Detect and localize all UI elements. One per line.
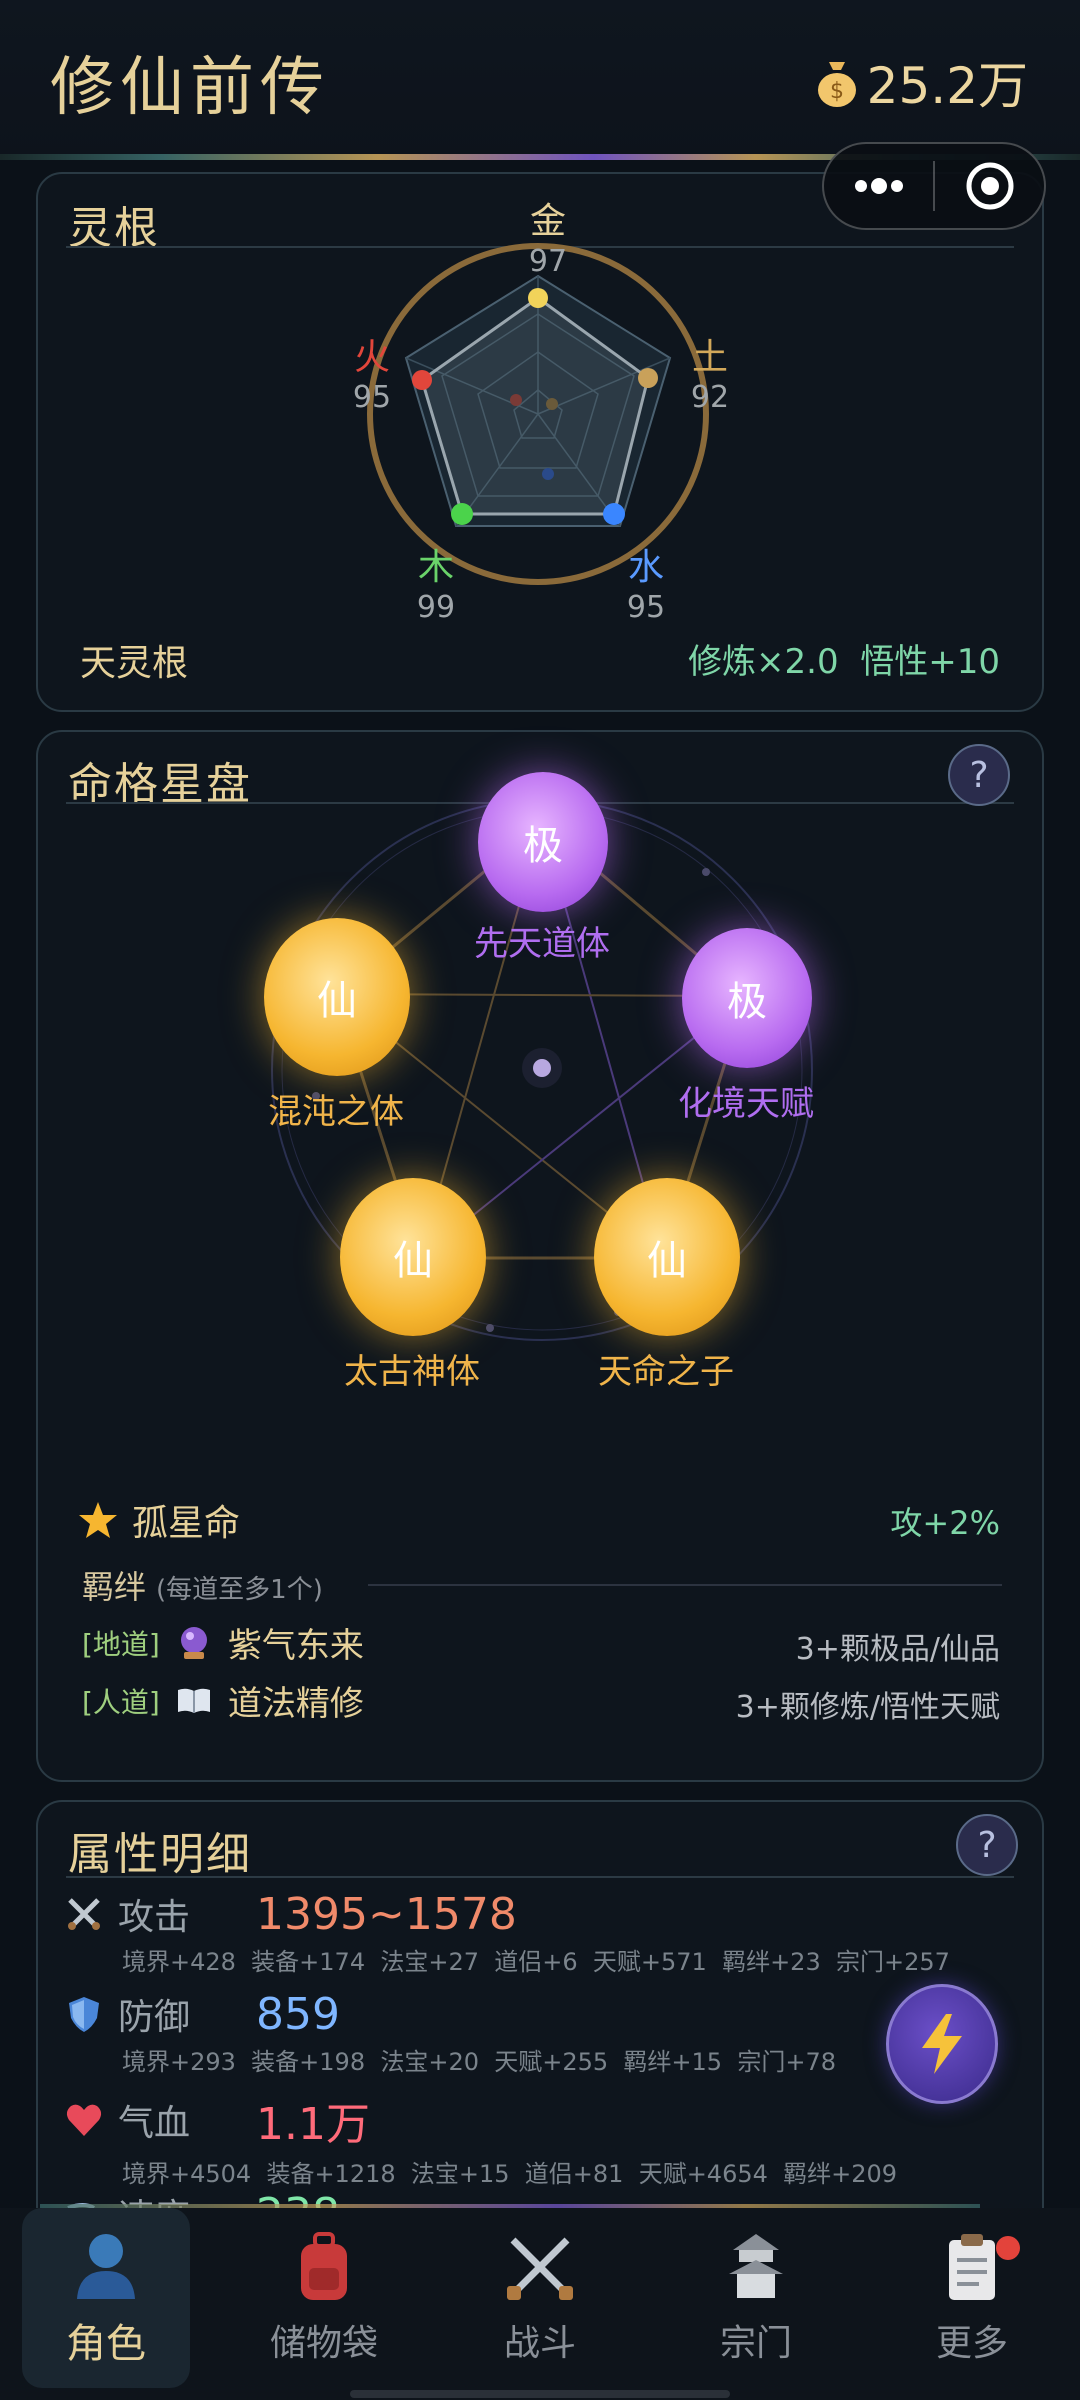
element-water-name: 水	[627, 547, 664, 588]
attribute-help-button[interactable]: ?	[956, 1814, 1018, 1876]
app-title: 修仙前传	[50, 51, 330, 125]
stat-name: 防御	[118, 1997, 191, 2038]
attribute-panel: 属性明细 ? 攻击 1395~1578 境界+428 装备+174 法宝+27 …	[36, 1800, 1044, 2220]
stat-breakdown: 境界+293 装备+198 法宝+20 天赋+255 羁绊+15 宗门+78	[122, 2048, 836, 2076]
stat-value: 1.1万	[256, 2099, 370, 2150]
bond-name: 道法精修	[227, 1684, 364, 1724]
nav-label: 角色	[66, 2321, 146, 2367]
home-indicator	[350, 2390, 730, 2398]
fate-name: 孤星命	[132, 1503, 241, 1544]
nav-label: 更多	[935, 2323, 1008, 2364]
bond-sub: (每道至多1个)	[156, 1575, 323, 1605]
nav-label: 战斗	[503, 2323, 576, 2364]
bond-item[interactable]: [地道] 紫气东来	[82, 1618, 364, 1667]
miniprogram-capsule	[822, 142, 1046, 230]
crystal-ball-icon	[180, 1626, 207, 1659]
bond-name: 紫气东来	[227, 1626, 364, 1666]
nav-tab-battle[interactable]: 战斗	[456, 2208, 624, 2388]
root-type-label: 天灵根	[80, 643, 189, 684]
crossed-swords-icon	[507, 2237, 573, 2300]
target-close-icon	[966, 162, 1013, 210]
star-orb-huajing[interactable]: 极	[682, 928, 812, 1068]
stat-breakdown: 境界+428 装备+174 法宝+27 道侣+6 天赋+571 羁绊+23 宗门…	[122, 1948, 950, 1976]
lightning-icon	[922, 2014, 962, 2074]
shield-icon	[69, 1997, 99, 2032]
element-earth-value: 92	[690, 380, 730, 415]
heart-icon	[66, 2104, 102, 2136]
star-orb-label: 太古神体	[344, 1352, 480, 1392]
star-orb-taigu[interactable]: 仙	[340, 1178, 486, 1336]
bond-header: 羁绊 (每道至多1个)	[82, 1562, 323, 1608]
element-earth-name: 土	[691, 337, 728, 378]
element-wood-name: 木	[417, 547, 454, 588]
bond-tag: [人道]	[82, 1685, 160, 1719]
stat-value: 1395~1578	[256, 1888, 517, 1940]
more-button[interactable]	[824, 142, 933, 230]
bond-item[interactable]: [人道] 道法精修	[82, 1676, 364, 1725]
money-bag-icon: $	[817, 62, 856, 107]
star-orb-label: 混沌之体	[268, 1092, 404, 1132]
bond-divider	[368, 1584, 1002, 1586]
bottom-navigation: 角色 储物袋 战斗 宗门 更多	[0, 2208, 1080, 2400]
currency-display[interactable]: $ 25.2万	[815, 46, 1028, 118]
nav-tab-sect[interactable]: 宗门	[672, 2208, 840, 2388]
star-orb-label: 天命之子	[598, 1352, 734, 1392]
stat-breakdown: 境界+4504 装备+1218 法宝+15 道侣+81 天赋+4654 羁绊+2…	[122, 2160, 898, 2188]
star-chart-panel: 命格星盘 ? 极 先天道体 极 化境天赋 仙 混沌之体 仙 太古神体 仙 天命之…	[36, 730, 1044, 1782]
title-divider	[66, 1876, 1014, 1878]
element-wood: 木 99	[396, 548, 476, 628]
nav-tab-more[interactable]: 更多	[888, 2208, 1056, 2388]
stat-name: 攻击	[118, 1897, 191, 1938]
quick-action-button[interactable]	[886, 1984, 998, 2104]
currency-amount: 25.2万	[866, 57, 1028, 115]
stat-name: 气血	[118, 2103, 191, 2144]
element-metal-name: 金	[529, 201, 566, 242]
element-metal: 金 97	[508, 202, 588, 282]
nav-tab-storage[interactable]: 储物袋	[240, 2208, 408, 2388]
pagoda-icon	[729, 2234, 783, 2298]
bond-requirement: 3+颗极品/仙品	[795, 1632, 1000, 1667]
nav-tab-character[interactable]: 角色	[22, 2208, 190, 2388]
open-book-icon	[177, 1688, 210, 1713]
stat-row-attack: 攻击 1395~1578 境界+428 装备+174 法宝+27 道侣+6 天赋…	[64, 1888, 964, 1977]
nav-label: 宗门	[719, 2323, 792, 2364]
element-wood-value: 99	[416, 590, 456, 625]
more-dots-icon	[854, 178, 903, 194]
stat-value: 859	[256, 1988, 340, 2040]
star-orb-label: 化境天赋	[678, 1084, 814, 1124]
element-earth: 土 92	[670, 338, 750, 418]
star-orb-tianming[interactable]: 仙	[594, 1178, 740, 1336]
element-fire: 火 95	[332, 338, 412, 418]
notification-badge	[996, 2236, 1020, 2260]
svg-text:$: $	[830, 79, 844, 104]
close-button[interactable]	[935, 142, 1044, 230]
attribute-title: 属性明细	[68, 1829, 252, 1880]
fate-row: 孤星命	[78, 1494, 240, 1546]
star-orb-label: 先天道体	[474, 924, 610, 964]
element-metal-value: 97	[528, 244, 568, 279]
element-water: 水 95	[606, 548, 686, 628]
element-fire-value: 95	[352, 380, 392, 415]
element-water-value: 95	[626, 590, 666, 625]
stat-row-defense: 防御 859 境界+293 装备+198 法宝+20 天赋+255 羁绊+15 …	[64, 1988, 964, 2077]
star-orb-xiantian[interactable]: 极	[478, 772, 608, 912]
star-icon	[79, 1502, 117, 1538]
root-bonus-label: 修炼×2.0 悟性+10	[688, 642, 1000, 682]
bond-label: 羁绊	[82, 1568, 147, 1606]
stat-row-hp: 气血 1.1万 境界+4504 装备+1218 法宝+15 道侣+81 天赋+4…	[64, 2088, 964, 2189]
bond-tag: [地道]	[82, 1627, 160, 1661]
nav-label: 储物袋	[269, 2323, 378, 2364]
app-header: 修仙前传 $ 25.2万	[0, 0, 1080, 160]
star-orb-hundun[interactable]: 仙	[264, 918, 410, 1076]
spirit-root-panel: 灵根 金 97 土 92 水 95 木 99 火 95 天灵根 修炼×2.0 悟…	[36, 172, 1044, 712]
backpack-icon	[301, 2232, 347, 2300]
element-fire-name: 火	[353, 337, 390, 378]
character-icon	[77, 2234, 135, 2299]
fate-bonus: 攻+2%	[890, 1504, 1000, 1542]
swords-icon	[68, 1898, 100, 1930]
bond-requirement: 3+颗修炼/悟性天赋	[735, 1690, 1000, 1725]
